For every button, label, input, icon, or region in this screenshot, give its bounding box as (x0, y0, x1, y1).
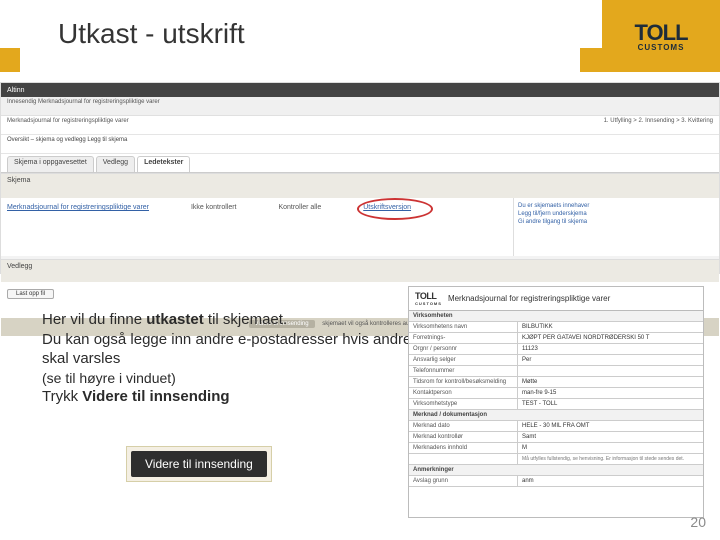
skjema-body: Merknadsjournal for registreringspliktig… (1, 198, 719, 256)
tabs: Skjema i oppgavesettet Vedlegg Ledetekst… (1, 154, 719, 173)
right-a[interactable]: Du er skjemaets innehaver (518, 202, 715, 210)
status-text: Ikke kontrollert (191, 204, 237, 211)
section-skjema: Skjema (1, 173, 719, 198)
altinn-screenshot: Altinn Innesendig Merknadsjournal for re… (0, 82, 720, 274)
tab-skjema[interactable]: Skjema i oppgavesettet (7, 156, 94, 172)
form-sect3: Anmerkninger (409, 465, 703, 476)
continue-button-illustration: Videre til innsending (126, 446, 272, 482)
form-sect1: Virksomheten (409, 311, 703, 322)
path-bar: Innesendig Merknadsjournal for registrer… (1, 97, 719, 116)
right-panel: Du er skjemaets innehaver Legg til/fjern… (513, 198, 719, 256)
tab-vedlegg[interactable]: Vedlegg (96, 156, 135, 172)
title-area: Utkast - utskrift (20, 0, 580, 72)
form-sect2: Merknad / dokumentasjon (409, 410, 703, 421)
page-number: 20 (690, 514, 706, 530)
toll-logo: TOLL CUSTOMS (602, 0, 720, 72)
browser-header: Altinn (1, 83, 719, 97)
section-vedlegg: Vedlegg (1, 259, 719, 282)
breadcrumb: Merknadsjournal for registreringspliktig… (1, 116, 719, 135)
app-name: Altinn (7, 87, 25, 94)
right-c[interactable]: Gi andre tilgang til skjema (518, 218, 715, 226)
skjema-row: Merknadsjournal for registreringspliktig… (1, 198, 513, 256)
form-logo: TOLL CUSTOMS (415, 291, 442, 306)
form-title: Merknadsjournal for registreringspliktig… (448, 294, 610, 303)
control-link[interactable]: Kontroller alle (278, 204, 321, 211)
tab-ledetekster[interactable]: Ledetekster (137, 156, 190, 172)
upload-button[interactable]: Last opp fil (7, 289, 54, 299)
slide-title: Utkast - utskrift (58, 18, 245, 50)
breadcrumb-title: Merknadsjournal for registreringspliktig… (7, 118, 129, 132)
logo-sub: CUSTOMS (638, 43, 685, 52)
form-header: TOLL CUSTOMS Merknadsjournal for registr… (409, 287, 703, 311)
document-link[interactable]: Merknadsjournal for registreringspliktig… (7, 204, 149, 211)
subheader: Oversikt – skjema og vedlegg Legg til sk… (1, 135, 719, 154)
print-link[interactable]: Utskriftsversjon (363, 204, 411, 211)
breadcrumb-steps: 1. Utfylling > 2. Innsending > 3. Kvitte… (604, 118, 713, 132)
right-b[interactable]: Legg til/fjern underskjema (518, 210, 715, 218)
continue-button-label: Videre til innsending (131, 451, 267, 477)
highlight-ellipse (357, 198, 433, 220)
form-preview: TOLL CUSTOMS Merknadsjournal for registr… (408, 286, 704, 518)
body-text: Her vil du finne utkastet til skjemaet. … (42, 310, 412, 406)
